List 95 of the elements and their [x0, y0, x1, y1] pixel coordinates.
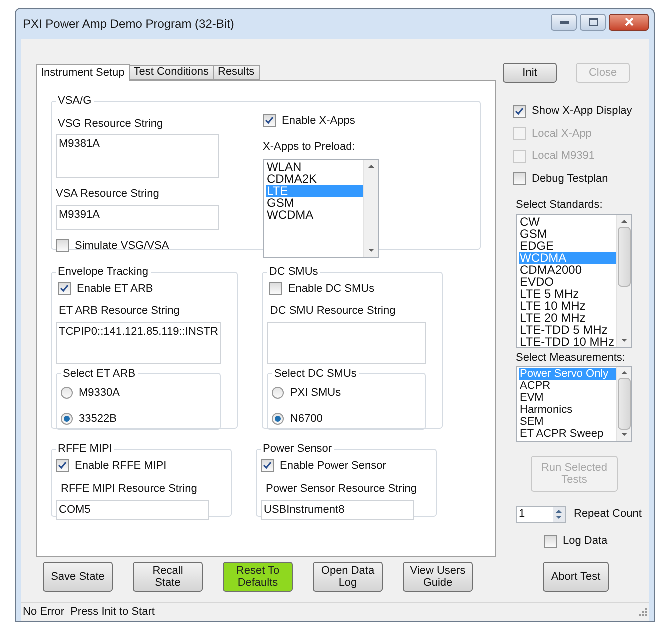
list-item[interactable]: LTE 20 MHz: [519, 312, 616, 324]
field-label: Select Measurements:: [516, 350, 626, 366]
radio-label: M9330A: [79, 386, 120, 401]
field-label: RFFE MIPI Resource String: [61, 482, 198, 497]
maximize-button[interactable]: [580, 14, 606, 30]
list-item[interactable]: Harmonics: [519, 404, 616, 416]
text-field[interactable]: TCPIP0::141.121.85.119::INSTR: [56, 322, 222, 364]
checkbox-label: Show X-App Display: [532, 104, 632, 119]
list-item[interactable]: LTE 5 MHz: [519, 288, 616, 300]
radio-label: N6700: [290, 412, 323, 426]
checkbox-label: Enable DC SMUs: [288, 282, 375, 296]
text-field[interactable]: M9391A: [56, 204, 219, 230]
list-item[interactable]: LTE-TDD 10 MHz: [519, 336, 616, 346]
spin-box[interactable]: 1: [516, 506, 566, 523]
minimize-icon: [560, 20, 568, 24]
list-item[interactable]: ACPR: [519, 380, 616, 392]
text-field[interactable]: USBInstrument8: [261, 500, 414, 520]
text-field[interactable]: COM5: [56, 500, 209, 520]
checkbox-label: Enable Power Sensor: [280, 458, 386, 474]
radio-button[interactable]: [61, 412, 73, 425]
resize-grip-icon: [639, 608, 647, 616]
abort-button[interactable]: Abort Test: [543, 562, 609, 592]
radio-button[interactable]: [272, 387, 284, 400]
minimize-button[interactable]: [551, 14, 577, 30]
list-item[interactable]: WCDMA: [266, 208, 363, 220]
list-item[interactable]: EDGE: [519, 240, 616, 252]
checkbox[interactable]: [261, 459, 274, 472]
tab[interactable]: Results: [214, 65, 260, 80]
group-title: Select ET ARB: [63, 368, 136, 380]
maximize-icon: [588, 18, 598, 26]
checkbox-label: Enable X-Apps: [282, 114, 356, 128]
scrollbar[interactable]: [363, 160, 378, 256]
checkbox-label: Enable RFFE MIPI: [75, 458, 167, 474]
group-title: DC SMUs: [269, 266, 318, 278]
field-label: Repeat Count: [574, 507, 642, 522]
checkbox[interactable]: [58, 282, 71, 296]
action-button[interactable]: Recall State: [133, 562, 203, 592]
list-item[interactable]: LTE-TDD 5 MHz: [519, 324, 616, 336]
radio-button[interactable]: [272, 412, 284, 425]
action-button[interactable]: View Users Guide: [403, 562, 473, 592]
list-item[interactable]: LTE 10 MHz: [519, 300, 616, 312]
text-field[interactable]: [267, 322, 426, 364]
field-label: Select Standards:: [516, 198, 604, 213]
scrollbar[interactable]: [616, 367, 631, 441]
group-title: VSA/G: [58, 95, 92, 107]
field-label: Power Sensor Resource String: [266, 482, 418, 497]
list-item[interactable]: EVM: [519, 392, 616, 404]
list-item[interactable]: CW: [519, 216, 616, 228]
list-item[interactable]: ET ACPR Sweep: [519, 428, 616, 440]
checkbox[interactable]: [56, 239, 69, 252]
text-field[interactable]: M9381A: [56, 134, 219, 178]
spin-arrows-icon[interactable]: [553, 507, 565, 522]
field-label: VSA Resource String: [56, 187, 160, 202]
status-text: No Error: [23, 604, 65, 620]
status-text: Press Init to Start: [70, 604, 155, 620]
tab[interactable]: Test Conditions: [130, 65, 214, 80]
list-item[interactable]: EVDO: [519, 276, 616, 288]
group-title: Envelope Tracking: [58, 266, 148, 278]
checkbox-label: Debug Testplan: [532, 172, 608, 186]
list-item[interactable]: CDMA2K: [266, 172, 363, 184]
field-label: VSG Resource String: [58, 116, 164, 132]
tab[interactable]: Instrument Setup: [36, 64, 130, 81]
action-button[interactable]: Save State: [43, 562, 113, 592]
checkbox[interactable]: [269, 282, 282, 296]
group-title: RFFE MIPI: [58, 443, 112, 455]
window-title: PXI Power Amp Demo Program (32-Bit): [23, 16, 234, 33]
checkbox-label: Local M9391: [532, 149, 595, 164]
checkbox[interactable]: [513, 104, 526, 118]
group-title: Select DC SMUs: [274, 368, 357, 380]
close-button[interactable]: [609, 14, 649, 30]
field-label: ET ARB Resource String: [59, 304, 181, 319]
list-item[interactable]: WLAN: [266, 160, 363, 172]
radio-button[interactable]: [61, 387, 73, 400]
list-item[interactable]: SEM: [519, 416, 616, 428]
scrollbar[interactable]: [616, 214, 631, 346]
radio-label: PXI SMUs: [290, 386, 342, 401]
action-button[interactable]: Reset To Defaults: [223, 562, 293, 592]
list-item[interactable]: GSM: [519, 228, 616, 240]
close-icon: [624, 18, 634, 26]
radio-label: 33522B: [79, 412, 117, 426]
checkbox-label: Local X-App: [532, 126, 592, 142]
checkbox-label: Log Data: [563, 534, 608, 549]
checkbox[interactable]: [513, 172, 526, 186]
field-label: DC SMU Resource String: [270, 304, 397, 319]
group-title: Power Sensor: [263, 443, 332, 455]
init-button[interactable]: Init: [503, 63, 557, 83]
checkbox[interactable]: [544, 534, 557, 548]
checkbox-label: Enable ET ARB: [77, 282, 154, 296]
field-label: X-Apps to Preload:: [263, 140, 356, 155]
action-button[interactable]: Open Data Log: [313, 562, 383, 592]
checkbox[interactable]: [56, 459, 69, 472]
checkbox[interactable]: [263, 114, 276, 128]
list-item[interactable]: CDMA2000: [519, 264, 616, 276]
checkbox-label: Simulate VSG/VSA: [75, 238, 170, 254]
list-item[interactable]: GSM: [266, 196, 363, 208]
